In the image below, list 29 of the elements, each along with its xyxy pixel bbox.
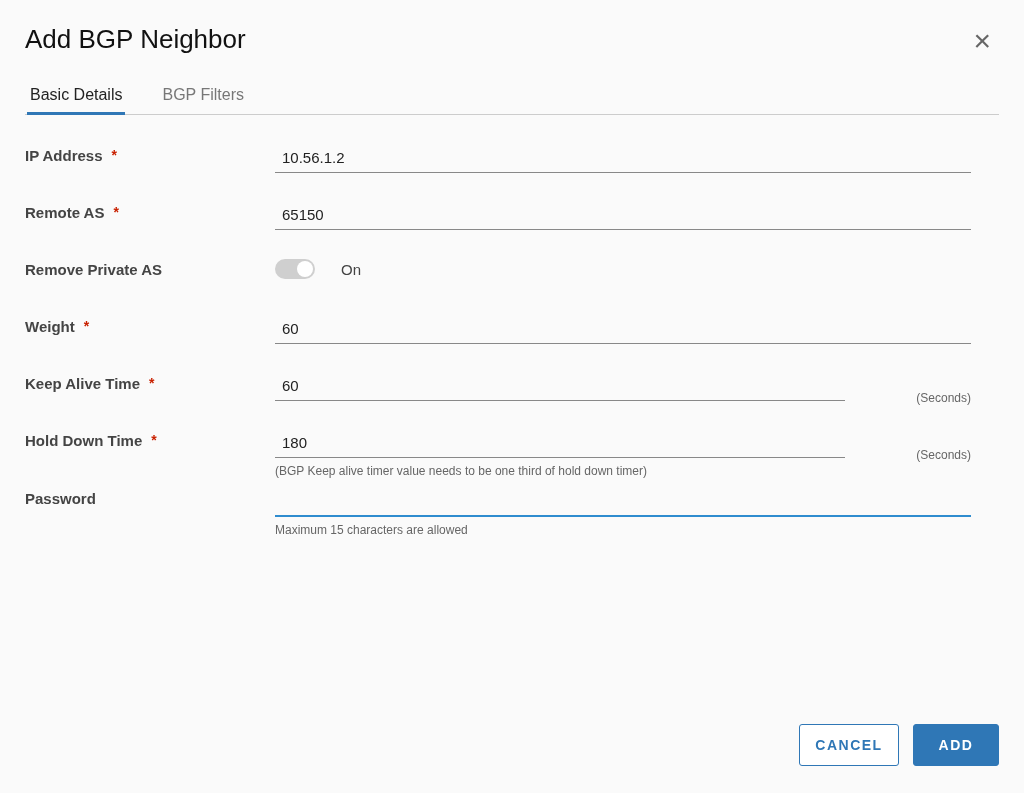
toggle-switch[interactable] [275,259,315,279]
add-button[interactable]: ADD [913,724,999,766]
field-label: Hold Down Time [25,432,143,449]
unit-label: (Seconds) [916,448,971,462]
input-field[interactable]: 60 [275,316,971,344]
required-mark: * [113,204,119,220]
input-field[interactable]: 10.56.1.2 [275,145,971,173]
cancel-button[interactable]: CANCEL [799,724,899,766]
required-mark: * [111,147,117,163]
required-mark: * [149,375,155,391]
unit-label: (Seconds) [916,391,971,405]
required-mark: * [83,318,90,334]
input-field[interactable]: 60 [275,373,845,401]
field-label: IP Address [25,147,103,164]
field-label: Remote AS [25,204,105,221]
tab[interactable]: Basic Details [27,86,126,115]
required-mark: * [151,432,157,448]
input-field[interactable]: 180 [275,430,845,458]
input-field[interactable]: 65150 [275,202,971,230]
field-label: Weight [25,318,75,335]
hint-text: (BGP Keep alive timer value needs to be one third of hold down timer) [275,464,648,478]
field-label: Remove Private AS [25,261,162,278]
dialog-title: Add BGP Neighbor [25,24,246,55]
close-button[interactable]: × [965,26,999,56]
field-label: Keep Alive Time [25,375,141,392]
hint-text: Maximum 15 characters are allowed [275,523,469,537]
tab[interactable]: BGP Filters [159,86,247,115]
toggle-state-label: On [341,260,361,278]
field-label: Password [25,490,96,507]
